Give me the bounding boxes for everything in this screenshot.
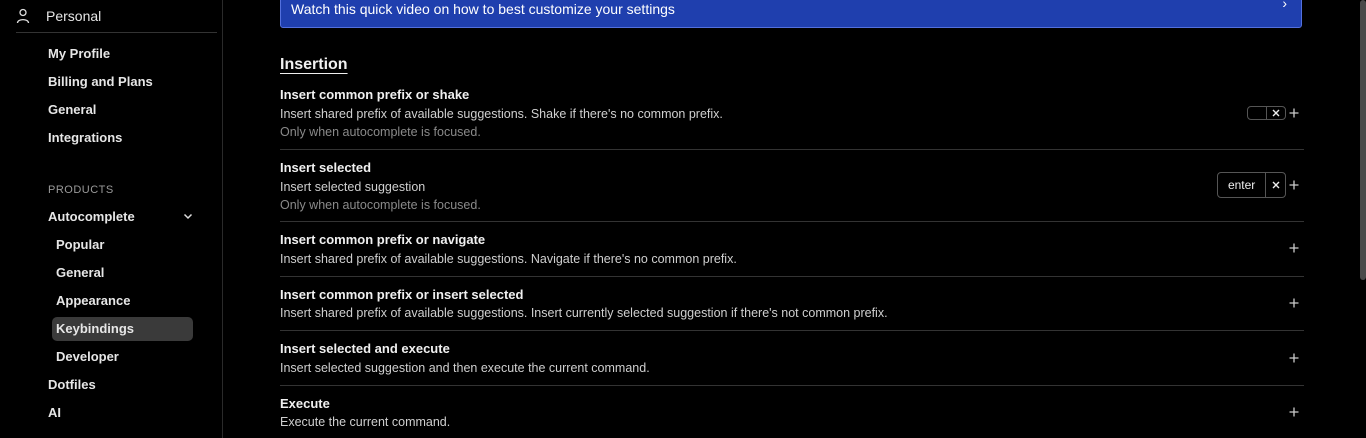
add-keybinding-icon[interactable] xyxy=(1288,242,1300,254)
remove-key-icon[interactable] xyxy=(1265,173,1285,197)
sidebar-subitem-appearance[interactable]: Appearance xyxy=(56,293,130,308)
account-header[interactable]: Personal xyxy=(16,0,217,33)
keycap-key xyxy=(1248,107,1266,119)
keybinding-description: Insert shared prefix of available sugges… xyxy=(280,306,888,320)
sidebar-item-dotfiles[interactable]: Dotfiles xyxy=(48,377,96,392)
keybinding-keycap[interactable]: enter xyxy=(1217,172,1286,198)
keybinding-row: Insert selected Insert selected suggesti… xyxy=(280,150,1304,222)
keybinding-row: Insert selected and execute Insert selec… xyxy=(280,331,1304,386)
keybinding-title: Execute xyxy=(280,396,330,411)
chevron-right-icon: › xyxy=(1282,0,1287,11)
keybinding-row: Insert common prefix or insert selected … xyxy=(280,277,1304,331)
keybinding-description: Insert selected suggestion and then exec… xyxy=(280,361,650,375)
add-keybinding-icon[interactable] xyxy=(1288,179,1300,191)
add-keybinding-icon[interactable] xyxy=(1288,406,1300,418)
keybinding-description: Insert shared prefix of available sugges… xyxy=(280,252,737,266)
products-section-label: PRODUCTS xyxy=(48,184,114,196)
keybinding-description: Insert selected suggestion xyxy=(280,180,426,194)
account-label: Personal xyxy=(46,8,102,24)
keybinding-note: Only when autocomplete is focused. xyxy=(280,198,481,212)
add-keybinding-icon[interactable] xyxy=(1288,297,1300,309)
sidebar-item-billing[interactable]: Billing and Plans xyxy=(48,74,153,89)
banner-text: Watch this quick video on how to best cu… xyxy=(291,1,675,17)
keybinding-description: Insert shared prefix of available sugges… xyxy=(280,107,723,121)
remove-key-icon[interactable] xyxy=(1266,107,1285,119)
video-banner[interactable]: Watch this quick video on how to best cu… xyxy=(280,0,1302,28)
keybinding-row: Execute Execute the current command. xyxy=(280,386,1304,438)
keycap-key: enter xyxy=(1227,178,1256,192)
add-keybinding-icon[interactable] xyxy=(1288,352,1300,364)
sidebar-item-autocomplete[interactable]: Autocomplete xyxy=(48,209,135,224)
sidebar: Personal My Profile Billing and Plans Ge… xyxy=(0,0,223,438)
sidebar-item-ai[interactable]: AI xyxy=(48,405,61,420)
keybinding-keycap[interactable] xyxy=(1247,106,1286,120)
keybinding-title: Insert selected xyxy=(280,160,372,175)
sidebar-subitem-popular[interactable]: Popular xyxy=(56,237,104,252)
keybinding-title: Insert common prefix or shake xyxy=(280,87,470,102)
keybinding-row: Insert common prefix or navigate Insert … xyxy=(280,222,1304,277)
chevron-down-icon[interactable] xyxy=(182,210,194,222)
sidebar-subitem-general[interactable]: General xyxy=(56,265,104,280)
add-keybinding-icon[interactable] xyxy=(1288,107,1300,119)
keybinding-description: Execute the current command. xyxy=(280,415,451,429)
keybinding-title: Insert selected and execute xyxy=(280,341,450,356)
sidebar-subitem-keybindings-label: Keybindings xyxy=(56,321,135,336)
section-title: Insertion xyxy=(280,56,348,73)
sidebar-item-integrations[interactable]: Integrations xyxy=(48,130,122,145)
keybinding-title: Insert common prefix or navigate xyxy=(280,232,486,247)
main-content: Watch this quick video on how to best cu… xyxy=(223,0,1366,438)
sidebar-subitem-developer[interactable]: Developer xyxy=(56,349,119,364)
sidebar-subitem-keybindings[interactable]: Keybindings xyxy=(52,317,193,341)
keybinding-title: Insert common prefix or insert selected xyxy=(280,287,524,302)
keybinding-note: Only when autocomplete is focused. xyxy=(280,125,481,139)
keybinding-row: Insert common prefix or shake Insert sha… xyxy=(280,86,1304,150)
sidebar-item-my-profile[interactable]: My Profile xyxy=(48,46,110,61)
user-icon xyxy=(16,8,30,24)
scrollbar[interactable] xyxy=(1360,0,1366,280)
sidebar-item-general[interactable]: General xyxy=(48,102,96,117)
